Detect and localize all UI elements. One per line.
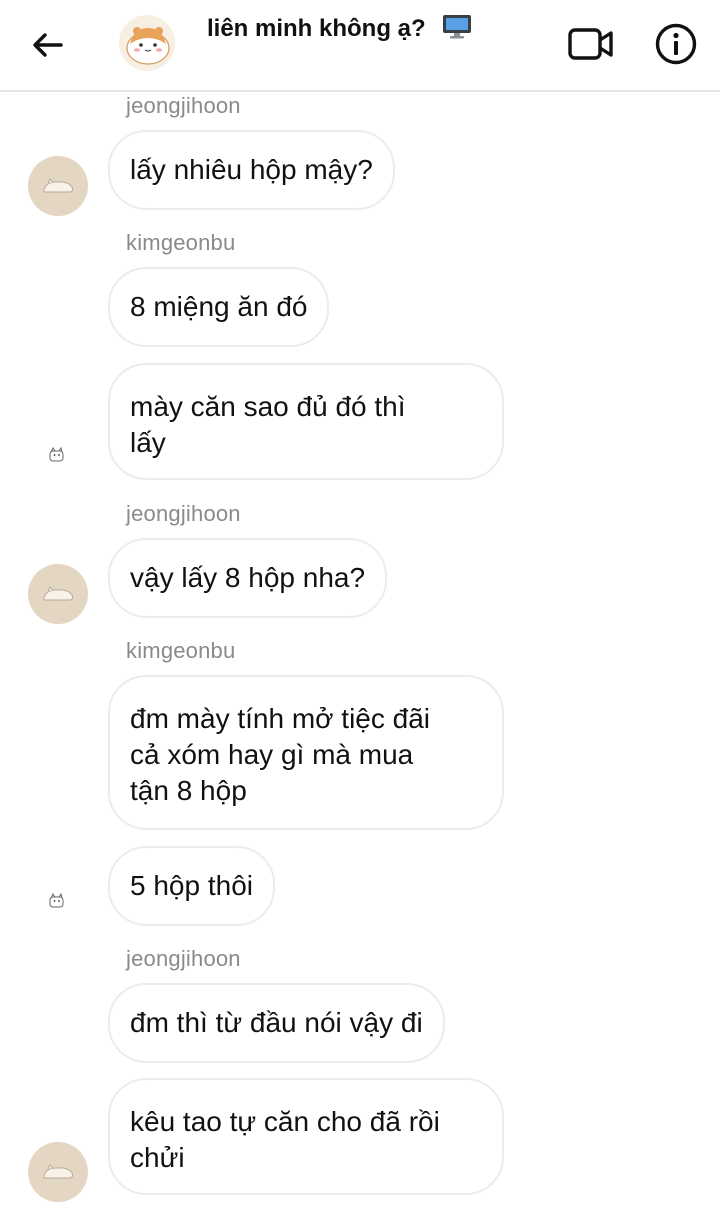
sender-name: jeongjihoon <box>126 501 241 526</box>
message-text: 8 miệng ăn đó <box>130 291 308 322</box>
message-text-line: lấy <box>130 427 166 458</box>
computer-icon <box>442 14 472 47</box>
group-title[interactable]: liên minh không ạ? <box>207 14 472 47</box>
sleeping-cat-image <box>43 178 74 193</box>
message-text-line: chửi <box>130 1142 185 1173</box>
message-text: lấy nhiêu hộp mậy? <box>130 154 373 185</box>
chat-header: liên minh không ạ? <box>0 0 720 92</box>
message-text-line: đm mày tính mở tiệc đãi <box>130 703 431 734</box>
sleeping-cat-image <box>43 1164 74 1179</box>
message-bubble[interactable]: kêu tao tự căn cho đã rồi chửi <box>108 1078 504 1195</box>
info-icon <box>655 23 697 65</box>
mini-avatar-kimgeonbu <box>49 446 64 462</box>
message-text: đm thì từ đầu nói vậy đi <box>130 1007 423 1038</box>
group-avatar[interactable] <box>118 14 176 72</box>
back-button[interactable] <box>24 22 70 68</box>
message-text-line: kêu tao tự căn cho đã rồi <box>130 1106 440 1137</box>
video-call-icon <box>568 28 613 60</box>
message-bubble[interactable]: 8 miệng ăn đó <box>108 267 330 347</box>
sleeping-cat-image <box>43 586 74 601</box>
hamster-avatar-image <box>119 15 175 71</box>
message-text: 5 hộp thôi <box>130 870 253 901</box>
sender-name: jeongjihoon <box>126 93 241 118</box>
message-text: vậy lấy 8 hộp nha? <box>130 562 366 593</box>
sender-name: kimgeonbu <box>126 230 236 255</box>
message-text-line: tận 8 hộp <box>130 775 247 806</box>
avatar-jeongjihoon[interactable] <box>28 564 88 624</box>
avatar-jeongjihoon[interactable] <box>28 156 88 216</box>
video-call-button[interactable] <box>566 24 616 64</box>
group-name: liên minh không ạ? <box>207 15 426 42</box>
message-bubble[interactable]: đm thì từ đầu nói vậy đi <box>108 983 445 1063</box>
message-bubble[interactable]: 5 hộp thôi <box>108 846 275 926</box>
message-bubble[interactable]: đm mày tính mở tiệc đãi cả xóm hay gì mà… <box>108 675 504 830</box>
mini-avatar-kimgeonbu <box>49 892 64 908</box>
sender-name: jeongjihoon <box>126 946 241 971</box>
arrow-left-icon <box>33 33 63 57</box>
message-text-line: cả xóm hay gì mà mua <box>130 739 414 770</box>
message-bubble[interactable]: vậy lấy 8 hộp nha? <box>108 538 388 618</box>
avatar-jeongjihoon[interactable] <box>28 1142 88 1202</box>
message-bubble[interactable]: lấy nhiêu hộp mậy? <box>108 130 395 210</box>
message-bubble[interactable]: mày căn sao đủ đó thì lấy <box>108 363 504 480</box>
message-text-line: mày căn sao đủ đó thì <box>130 391 406 422</box>
info-button[interactable] <box>652 20 700 68</box>
sender-name: kimgeonbu <box>126 638 236 663</box>
